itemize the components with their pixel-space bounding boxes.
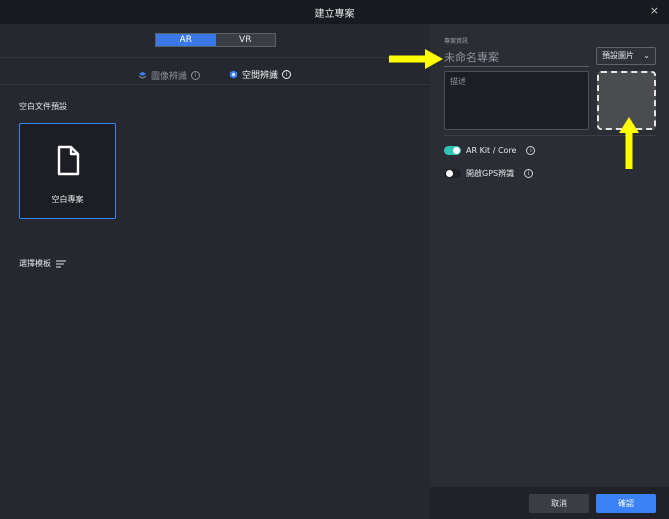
info-icon[interactable]: i	[191, 71, 201, 80]
template-section[interactable]: 選擇模板	[19, 258, 66, 269]
info-icon[interactable]: i	[524, 169, 534, 178]
close-icon[interactable]: ×	[650, 4, 659, 18]
confirm-button[interactable]: 確認	[596, 494, 656, 513]
dialog-footer: 取消 確認	[430, 487, 669, 519]
document-icon	[57, 145, 80, 176]
sort-lines-icon	[56, 260, 66, 267]
tab-image-recognition[interactable]: 圖像辨識 i	[138, 67, 201, 84]
blank-section-label: 空白文件預設	[19, 102, 67, 111]
arkit-switch[interactable]	[444, 146, 461, 155]
mode-vr-button[interactable]: VR	[216, 34, 276, 46]
space-recognition-icon	[229, 69, 238, 79]
mode-toggle: AR VR	[155, 33, 276, 47]
tab-space-recognition-label: 空間辨識	[241, 70, 278, 81]
chevron-down-icon: ⌄	[643, 51, 650, 60]
image-select[interactable]: 預設圖片 ⌄	[596, 47, 656, 65]
title-bar: 建立專案 ×	[0, 0, 669, 24]
blank-project-card[interactable]: 空白專案	[19, 123, 116, 219]
window-title: 建立專案	[314, 9, 355, 20]
arkit-label: AR Kit / Core	[466, 146, 517, 155]
tabs-underline	[0, 84, 430, 85]
info-icon[interactable]: i	[526, 146, 536, 155]
project-info-header: 專案資訊	[444, 38, 469, 45]
cancel-button[interactable]: 取消	[529, 494, 589, 513]
gps-toggle-row: 開啟GPS辨識 i	[444, 168, 534, 179]
mode-ar-button[interactable]: AR	[156, 34, 216, 46]
arkit-toggle-row: AR Kit / Core i	[444, 146, 536, 155]
recognition-tabs: 圖像辨識 i 空間辨識 i	[0, 62, 430, 85]
annotation-arrow-up-icon	[619, 117, 639, 169]
info-icon[interactable]: i	[282, 69, 291, 79]
divider	[0, 57, 430, 58]
project-name-input[interactable]	[444, 48, 589, 67]
template-label: 選擇模板	[19, 259, 51, 268]
description-field[interactable]	[444, 71, 589, 130]
image-recognition-icon	[138, 71, 147, 79]
gps-switch[interactable]	[444, 169, 461, 178]
blank-project-label: 空白專案	[51, 195, 84, 204]
right-panel: 專案資訊 預設圖片 ⌄ AR Kit / Core i 開啟GPS辨識 i 取消…	[430, 24, 669, 519]
gps-label: 開啟GPS辨識	[466, 169, 515, 178]
left-panel: AR VR 圖像辨識 i 空間辨識 i 空白文件預設 空白專案 選擇模板	[0, 24, 430, 519]
annotation-arrow-right-icon	[389, 49, 443, 69]
tab-space-recognition[interactable]: 空間辨識 i	[216, 67, 304, 85]
tab-image-recognition-label: 圖像辨識	[151, 72, 188, 82]
image-select-value: 預設圖片	[602, 51, 634, 60]
